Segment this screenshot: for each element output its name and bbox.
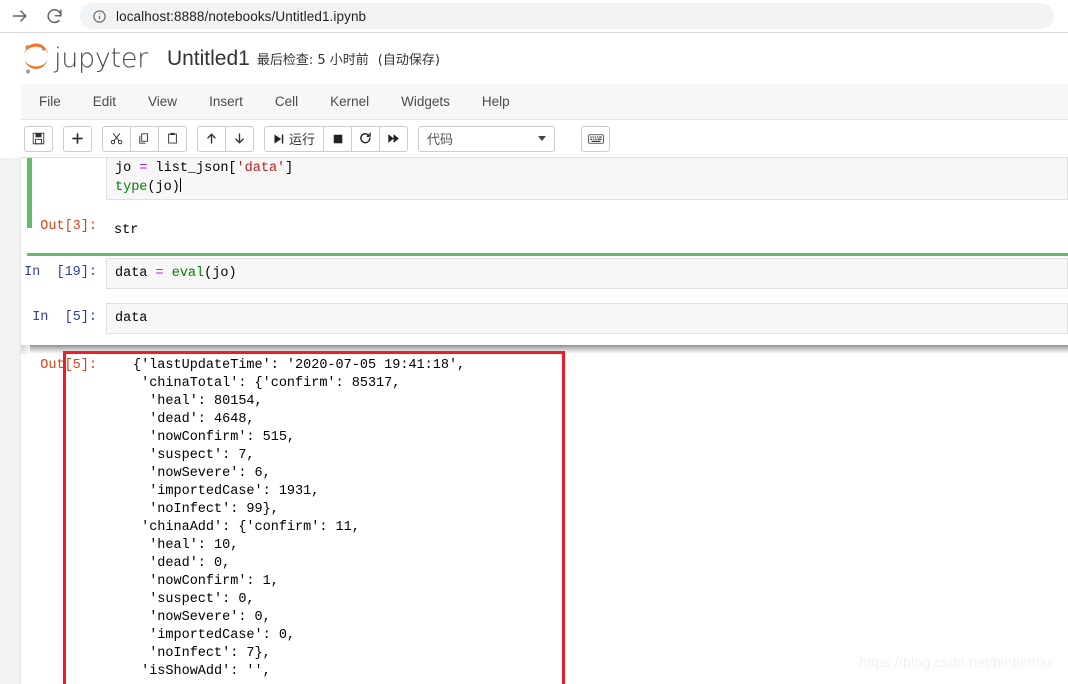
jupyter-header: jupyter Untitled1 最后检查: 5 小时前 (自动保存): [0, 33, 1068, 84]
code-editor-5[interactable]: data: [106, 303, 1068, 334]
arrow-up-icon: [205, 132, 218, 145]
output-area-cell1: Out[3]: str: [21, 217, 1068, 245]
paste-icon: [166, 132, 179, 145]
restart-circle-icon: [359, 132, 372, 145]
command-palette-button[interactable]: [581, 125, 611, 152]
move-cell-up-button[interactable]: [197, 125, 226, 152]
copy-icon: [138, 132, 151, 145]
code19-c: (jo): [204, 266, 237, 281]
jupyter-wordmark: jupyter: [54, 43, 148, 74]
menu-item-help[interactable]: Help: [466, 84, 526, 120]
address-bar[interactable]: localhost:8888/notebooks/Untitled1.ipynb: [80, 3, 1054, 29]
code-line3-builtin: type: [115, 180, 148, 195]
restart-run-all-button[interactable]: [379, 125, 409, 152]
toolbar-group-save: [24, 125, 53, 152]
run-button-label: 运行: [289, 133, 316, 148]
interrupt-kernel-button[interactable]: [323, 125, 353, 152]
menu-item-edit[interactable]: Edit: [77, 84, 132, 120]
notebook-body: False 'data' data jo = list_json['data']…: [21, 158, 1068, 684]
scroll-shadow-cap: [21, 345, 30, 354]
input-prompt-19: In [19]:: [24, 265, 97, 280]
menu-item-kernel[interactable]: Kernel: [314, 84, 385, 120]
autosave-status: (自动保存): [377, 53, 440, 68]
stop-square-icon: [332, 133, 344, 145]
jupyter-logo-icon[interactable]: [21, 42, 51, 76]
save-button[interactable]: [24, 125, 53, 152]
code-line2-string: 'data': [236, 161, 286, 176]
keyboard-icon: [587, 133, 604, 145]
move-cell-down-button[interactable]: [225, 125, 254, 152]
save-disk-icon: [32, 132, 45, 145]
code19-a: data: [115, 266, 156, 281]
code-cell-5-body: data: [106, 303, 1068, 334]
menu-item-insert[interactable]: Insert: [193, 84, 259, 120]
url-text: localhost:8888/notebooks/Untitled1.ipynb: [116, 8, 367, 24]
code-editor-area[interactable]: False 'data' data jo = list_json['data']…: [106, 158, 1068, 200]
notebook-left-gutter: [0, 158, 21, 684]
cut-button[interactable]: [102, 125, 131, 152]
cell-type-value: 代码: [427, 133, 454, 148]
menubar: File Edit View Insert Cell Kernel Widget…: [21, 84, 1068, 120]
text-cursor: [179, 178, 181, 192]
menu-item-cell[interactable]: Cell: [259, 84, 314, 120]
output-value-3: str: [114, 223, 139, 238]
browser-window: localhost:8888/notebooks/Untitled1.ipynb…: [0, 0, 1068, 684]
output-prompt-3: Out[3]:: [40, 219, 97, 234]
scissors-icon: [110, 132, 123, 145]
watermark-text: https://blog.csdn.net/binbinhxx: [859, 654, 1054, 670]
fast-forward-icon: [387, 132, 400, 145]
run-icon: [273, 133, 285, 145]
code-cell-clipped[interactable]: False 'data' data jo = list_json['data']…: [21, 158, 1068, 256]
code-line2-c: ]: [285, 161, 294, 176]
code-line2-b: list_json[: [147, 161, 237, 176]
code-line3-rest: (jo): [147, 180, 180, 195]
menu-item-widgets[interactable]: Widgets: [385, 84, 466, 120]
chevron-down-icon: [538, 136, 547, 141]
toolbar-wrapper: 运行 代码: [0, 120, 1068, 158]
forward-icon[interactable]: [6, 2, 34, 30]
code19-b: [164, 266, 172, 281]
arrow-down-icon: [233, 132, 246, 145]
info-circle-icon[interactable]: [92, 9, 107, 24]
toolbar-group-clipboard: [102, 125, 187, 152]
plus-icon: [71, 132, 84, 145]
code19-builtin: eval: [171, 266, 205, 281]
code-line2-a: jo: [115, 161, 140, 176]
menu-item-view[interactable]: View: [132, 84, 193, 120]
selected-cell-bottom-bar: [27, 253, 1068, 256]
browser-toolbar: localhost:8888/notebooks/Untitled1.ipynb: [0, 0, 1068, 33]
checkpoint-status: 最后检查: 5 小时前: [256, 53, 369, 68]
scroll-shadow-divider: [21, 345, 1068, 354]
restart-kernel-button[interactable]: [351, 125, 381, 152]
notebook-toolbar: 运行 代码: [21, 120, 1068, 158]
code-cell-5[interactable]: In [5]: data: [21, 303, 1068, 334]
toolbar-group-palette: [581, 125, 611, 152]
code19-op: =: [155, 266, 164, 281]
output-prompt-5: Out[5]:: [40, 358, 97, 373]
output-cell-5: Out[5]: {'lastUpdateTime': '2020-07-05 1…: [21, 354, 1068, 684]
reload-icon[interactable]: [40, 2, 68, 30]
toolbar-group-run: 运行: [264, 125, 409, 152]
output-text-5: {'lastUpdateTime': '2020-07-05 19:41:18'…: [133, 358, 466, 679]
code-cell-19[interactable]: In [19]: data = eval(jo): [21, 258, 1068, 289]
copy-button[interactable]: [130, 125, 159, 152]
insert-cell-button[interactable]: [63, 125, 92, 152]
code-cell-19-body: data = eval(jo): [106, 258, 1068, 289]
toolbar-group-move: [197, 125, 254, 152]
run-cell-button[interactable]: 运行: [264, 125, 325, 152]
menu-item-file[interactable]: File: [21, 84, 77, 120]
menubar-wrapper: File Edit View Insert Cell Kernel Widget…: [0, 84, 1068, 120]
cell-type-select[interactable]: 代码: [418, 125, 556, 152]
notebook-name[interactable]: Untitled1: [167, 47, 250, 71]
code-editor-19[interactable]: data = eval(jo): [106, 258, 1068, 289]
paste-button[interactable]: [158, 125, 187, 152]
toolbar-group-add: [63, 125, 92, 152]
input-prompt-5: In [5]:: [32, 310, 97, 325]
